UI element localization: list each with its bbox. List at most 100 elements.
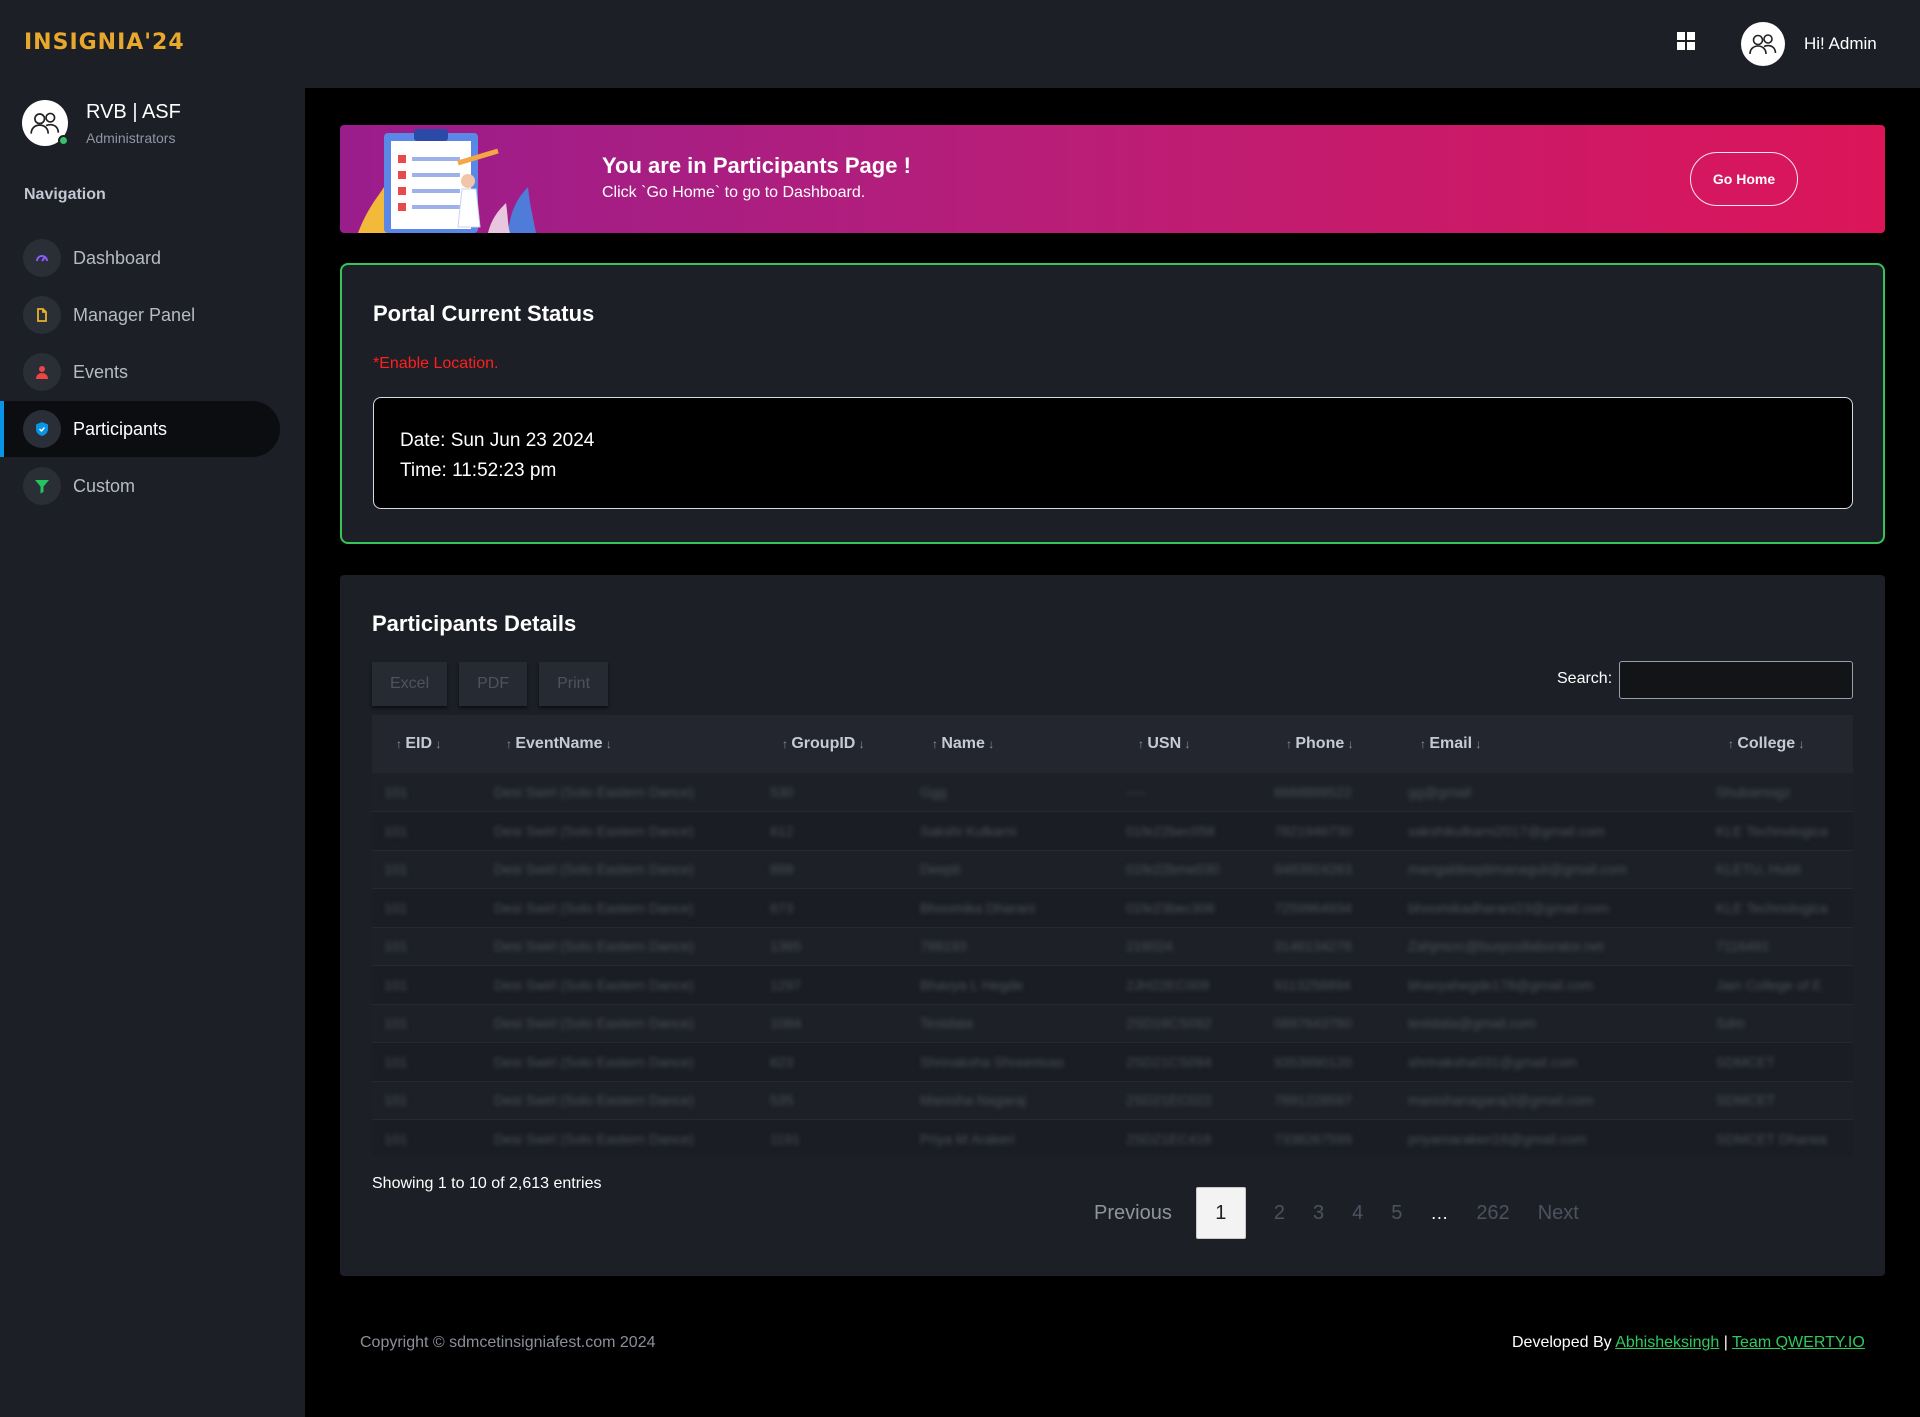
credit-separator: | [1723,1334,1728,1351]
page-button-5[interactable]: 5 [1377,1202,1416,1225]
table-row[interactable]: 101 Desi Swirl (Solo Eastern Dance) 612 Sak… [372,811,1853,850]
table-row[interactable]: 101 Desi Swirl (Solo Eastern Dance) 623 Shr… [372,1042,1853,1081]
pagination-ellipsis: … [1430,1202,1449,1223]
column-header-phone[interactable]: ↑ Phone ↓ [1262,715,1396,773]
avatar[interactable] [22,100,69,146]
location-warning: *Enable Location. [373,355,499,372]
table-cell: 101 [384,1015,408,1032]
table-row[interactable]: 101 Desi Swirl (Solo Eastern Dance) 1297 Bh… [372,965,1853,1004]
sidebar-item-manager-panel[interactable]: Manager Panel [0,287,280,343]
column-header-eid[interactable]: ↑ EID ↓ [372,715,482,773]
banner-subtitle: Click `Go Home` to go to Dashboard. [602,184,866,201]
table-cell: Deepti [920,861,961,878]
table-cell: Desi Swirl (Solo Eastern Dance) [494,1053,694,1070]
print-button[interactable]: Print [539,662,609,706]
table-cell: Sdm [1716,1015,1745,1032]
page-button-last[interactable]: 262 [1462,1202,1523,1225]
online-status-dot [58,135,69,146]
next-page-button[interactable]: Next [1524,1202,1593,1225]
column-header-groupid[interactable]: ↑ GroupID ↓ [758,715,908,773]
previous-page-button[interactable]: Previous [1080,1202,1192,1225]
table-cell: Shubamogz [1716,784,1791,800]
greeting-text[interactable]: Hi! Admin [1804,34,1877,54]
table-row[interactable]: 101 Desi Swirl (Solo Eastern Dance) 1084 Te… [372,1004,1853,1043]
developer-credit: Developed By Abhisheksingh | Team QWERTY… [1512,1334,1865,1352]
table-cell: 101 [384,784,408,800]
column-header-usn[interactable]: ↑ USN ↓ [1114,715,1262,773]
page-button-2[interactable]: 2 [1260,1202,1299,1225]
shield-icon [23,410,61,448]
table-cell: 623 [770,1053,794,1070]
column-header-eventname[interactable]: ↑ EventName ↓ [482,715,758,773]
table-cell: 7259964934 [1274,899,1352,916]
column-header-email[interactable]: ↑ Email ↓ [1396,715,1704,773]
excel-button[interactable]: Excel [372,662,448,706]
table-cell: Desi Swirl (Solo Eastern Dance) [494,822,694,839]
table-row[interactable]: 101 Desi Swirl (Solo Eastern Dance) 673 Bho… [372,888,1853,927]
sidebar-item-dashboard[interactable]: Dashboard [0,230,280,286]
table-cell: Desi Swirl (Solo Eastern Dance) [494,784,694,800]
apps-grid-icon[interactable] [1677,32,1695,50]
table-cell: 0897643760 [1274,1015,1352,1032]
filter-icon [23,467,61,505]
table-cell: Desi Swirl (Solo Eastern Dance) [494,1130,694,1147]
topbar-avatar[interactable] [1741,22,1785,66]
table-row[interactable]: 101 Desi Swirl (Solo Eastern Dance) 899 Dee… [372,850,1853,889]
table-cell: Bhoomika Dharani [920,899,1036,916]
table-row[interactable]: 101 Desi Swirl (Solo Eastern Dance) 1191 Pr… [372,1119,1853,1156]
table-cell: 2JH22EC009 [1126,976,1210,993]
sidebar: INSIGNIA'24 RVB | ASF Administrators Nav… [0,0,305,1417]
table-cell: ---- [1126,784,1145,800]
table-cell: 101 [384,1130,408,1147]
table-cell: KLE Technologica [1716,822,1828,839]
export-buttons: Excel PDF Print [372,662,620,706]
table-cell: 7821946730 [1274,822,1352,839]
table-cell: Desi Swirl (Solo Eastern Dance) [494,938,694,955]
developer-link[interactable]: Abhisheksingh [1615,1334,1719,1351]
table-row[interactable]: 101 Desi Swirl (Solo Eastern Dance) 535 Man… [372,1081,1853,1120]
table-cell: 101 [384,1053,408,1070]
table-cell: 2SD21EC022 [1126,1092,1212,1109]
datetime-box: Date: Sun Jun 23 2024 Time: 11:52:23 pm [373,397,1853,509]
nav-heading: Navigation [24,186,106,203]
table-cell: 01fe22bme030 [1126,861,1220,878]
table-cell: 9113258894 [1274,976,1351,993]
table-row[interactable]: 101 Desi Swirl (Solo Eastern Dance) 1365 78… [372,927,1853,966]
sidebar-item-events[interactable]: Events [0,344,280,400]
search-label: Search: [1557,670,1613,687]
page-button-3[interactable]: 3 [1299,1202,1338,1225]
table-cell: 2SD16CS092 [1126,1015,1212,1032]
table-header-row: ↑ EID ↓ ↑ EventName ↓ ↑ GroupID ↓ ↑ Name… [372,715,1853,773]
search-input[interactable] [1619,661,1853,699]
document-icon [23,296,61,334]
table-cell: priyamarakeri16@gmail.com [1408,1130,1587,1147]
brand-logo[interactable]: INSIGNIA'24 [24,30,185,55]
sidebar-user: RVB | ASF Administrators [22,100,181,146]
participants-card: Participants Details Excel PDF Print Sea… [340,575,1885,1276]
table-cell: mangaldeeptimanaguli@gmail.com [1408,861,1627,878]
page-button-4[interactable]: 4 [1338,1202,1377,1225]
copyright-text: Copyright © sdmcetinsigniafest.com 2024 [360,1334,656,1351]
column-header-name[interactable]: ↑ Name ↓ [908,715,1114,773]
table-row[interactable]: 101 Desi Swirl (Solo Eastern Dance) 530 Ggg… [372,773,1853,812]
table-cell: Manisha Nagaraj [920,1092,1026,1109]
page-button-1[interactable]: 1 [1195,1187,1246,1239]
table-cell: Desi Swirl (Solo Eastern Dance) [494,1092,694,1109]
current-date: Date: Sun Jun 23 2024 [400,430,595,451]
go-home-button[interactable]: Go Home [1690,152,1798,206]
pagination: Previous 1 2 3 4 5 … 262 Next [1080,1187,1593,1239]
sidebar-item-label: Custom [73,475,136,496]
banner-title: You are in Participants Page ! [602,153,911,178]
team-link[interactable]: Team QWERTY.IO [1732,1334,1865,1351]
table-cell: 612 [770,822,794,839]
table-body: 101 Desi Swirl (Solo Eastern Dance) 530 Ggg… [372,773,1853,1156]
table-cell: bhoomikadharani23@gmail.com [1408,899,1609,916]
table-cell: 9483924263 [1274,861,1352,878]
table-cell: gg@gmail [1408,784,1472,800]
sidebar-item-participants[interactable]: Participants [0,401,280,457]
sidebar-item-custom[interactable]: Custom [0,458,280,514]
person-icon [23,353,61,391]
pdf-button[interactable]: PDF [459,662,528,706]
column-header-college[interactable]: ↑ College ↓ [1704,715,1853,773]
table-cell: 530 [770,784,794,800]
